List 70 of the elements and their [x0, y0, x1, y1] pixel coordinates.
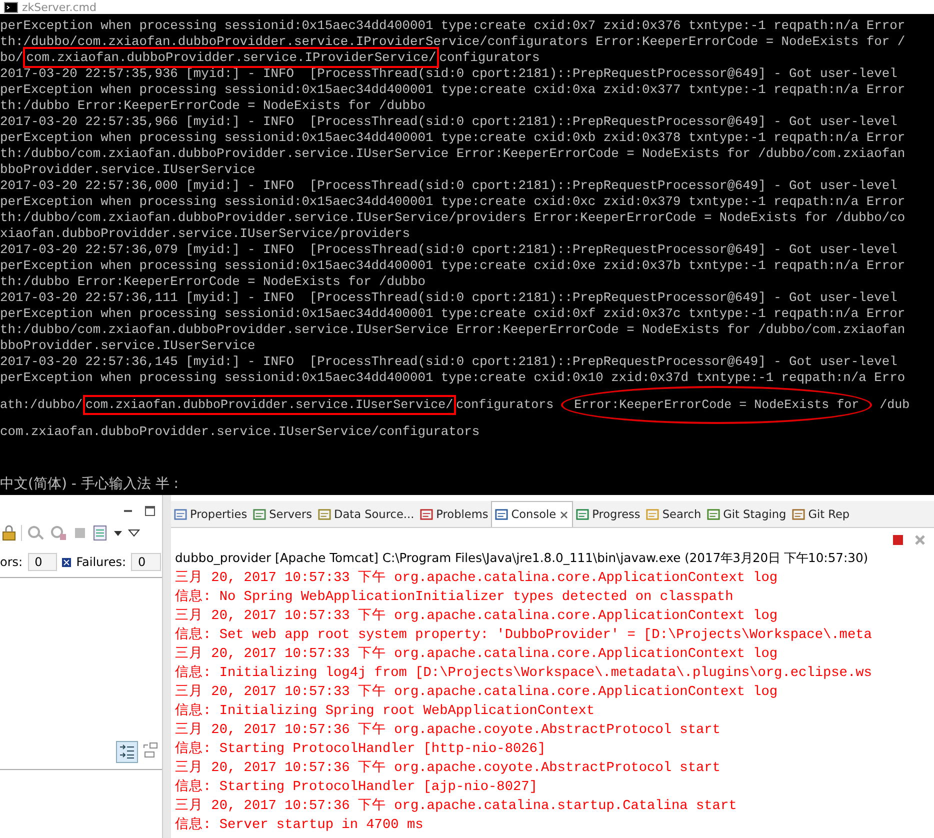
log-line: xiaofan.dubboProvidder.service.IUserService/providers [0, 226, 411, 242]
view-tab[interactable]: Git Rep [789, 501, 853, 527]
log-line: th:/dubbo/com.zxiaofan.dubboProvidder.service.IUserService Error:KeeperErrorCode = NodeExists for /dubbo/com.zxiaofan [0, 322, 906, 338]
console-line: 信息: No Spring WebApplicationInitializer types detected on classpath [175, 588, 734, 607]
log-line: th:/dubbo/com.zxiaofan.dubboProvidder.service.IUserService Error:KeeperErrorCode = NodeExists for /dubbo/com.zxiaofan [0, 146, 906, 162]
console-line: 三月 20, 2017 10:57:33 下午 org.apache.catalina.core.ApplicationContext log [175, 607, 779, 626]
console-line: 三月 20, 2017 10:57:33 下午 org.apache.catalina.core.ApplicationContext log [175, 645, 779, 664]
view-tab[interactable]: Console [491, 501, 574, 527]
window-title: zkServer.cmd [22, 0, 96, 14]
console-line: 信息: Server startup in 4700 ms [175, 816, 424, 835]
input-method-status: 中文(简体) - 手心输入法 半 : [0, 475, 180, 493]
runs-count: 0 [28, 553, 58, 571]
failures-label: Failures: [76, 555, 126, 569]
log-line: perException when processing sessionid:0x15aec34dd400001 type:create cxid:0x10 zxid:0x37d txntype:-1 reqpath:n/a Erro [0, 370, 906, 386]
console-line: 信息: Initializing Spring root WebApplicationContext [175, 702, 596, 721]
log-line: th:/dubbo/com.zxiaofan.dubboProvidder.service.IProviderService/configurators Error:KeeperErrorCode = NodeExists for / [0, 34, 906, 50]
console-line: 三月 20, 2017 10:57:33 下午 org.apache.catalina.core.ApplicationContext log [175, 683, 779, 702]
console-line: 三月 20, 2017 10:57:36 下午 org.apache.coyote.AbstractProtocol start [175, 721, 722, 740]
lock-icon[interactable] [2, 525, 16, 541]
console-line: 三月 20, 2017 10:57:36 下午 org.apache.coyote.AbstractProtocol start [175, 759, 722, 778]
log-line: perException when processing sessionid:0x15aec34dd400001 type:create cxid:0xf zxid:0x37c txntype:-1 reqpath:n/a Error [0, 306, 906, 322]
log-line: 2017-03-20 22:57:35,966 [myid:] - INFO [ProcessThread(sid:0 cport:2181)::PrepRequestProcessor@649] - Got user-level [0, 114, 898, 130]
console-line: 信息: Initializing log4j from [D:\Projects\Workspace\.metadata\.plugins\org.eclipse.ws [175, 664, 873, 683]
terminate-icon[interactable] [892, 534, 904, 546]
maximize-icon[interactable] [144, 505, 156, 517]
log-line: perException when processing sessionid:0x15aec34dd400001 type:create cxid:0x7 zxid:0x376 txntype:-1 reqpath:n/a Error [0, 18, 906, 34]
show-failures-icon[interactable] [116, 741, 138, 763]
boxed-log-text: com.zxiaofan.dubboProvidder.service.IProviderService/ [26, 50, 436, 65]
log-line: th:/dubbo Error:KeeperErrorCode = NodeExists for /dubbo [0, 274, 426, 290]
log-line: bboProvidder.service.IUserService [0, 162, 256, 178]
log-line: 2017-03-20 22:57:36,000 [myid:] - INFO [ProcessThread(sid:0 cport:2181)::PrepRequestProcessor@649] - Got user-level [0, 178, 898, 194]
console-line: 信息: Starting ProtocolHandler [ajp-nio-8027] [175, 778, 538, 797]
view-tab[interactable]: Problems [417, 501, 492, 527]
view-tab[interactable]: Search [643, 501, 704, 527]
log-line: bboProvidder.service.IUserService [0, 338, 256, 354]
failures-count: 0 [131, 553, 161, 571]
log-line: 2017-03-20 22:57:36,145 [myid:] - INFO [ProcessThread(sid:0 cport:2181)::PrepRequestProcessor@649] - Got user-level [0, 354, 898, 370]
log-text: /dub [878, 398, 910, 412]
console-header: dubbo_provider [Apache Tomcat] C:\Program Files\Java\jre1.8.0_111\bin\javaw.exe (2017年3月20日 下午10:57:30) [174, 550, 870, 567]
log-text: bo/ [0, 50, 24, 65]
console-line: 三月 20, 2017 10:57:36 下午 org.apache.catalina.startup.Catalina start [175, 797, 738, 816]
log-text: configurators [439, 50, 540, 65]
console-line: 信息: Set web app root system property: 'DubboProvider' = [D:\Projects\Workspace\.meta [175, 626, 873, 645]
log-line: perException when processing sessionid:0x15aec34dd400001 type:create cxid:0xc zxid:0x379 txntype:-1 reqpath:n/a Error [0, 194, 906, 210]
console-line: 三月 20, 2017 10:57:33 下午 org.apache.catalina.core.ApplicationContext log [175, 569, 779, 588]
log-line: perException when processing sessionid:0x15aec34dd400001 type:create cxid:0xb zxid:0x378 txntype:-1 reqpath:n/a Error [0, 130, 906, 146]
view-tab[interactable]: Properties [171, 501, 250, 527]
log-line: perException when processing sessionid:0x15aec34dd400001 type:create cxid:0xe zxid:0x37b txntype:-1 reqpath:n/a Error [0, 258, 906, 274]
close-icon[interactable] [559, 510, 570, 520]
failure-icon [62, 558, 72, 566]
log-line: perException when processing sessionid:0x15aec34dd400001 type:create cxid:0xa zxid:0x377 txntype:-1 reqpath:n/a Error [0, 82, 906, 98]
log-line: 2017-03-20 22:57:35,936 [myid:] - INFO [ProcessThread(sid:0 cport:2181)::PrepRequestProcessor@649] - Got user-level [0, 66, 898, 82]
log-line: th:/dubbo/com.zxiaofan.dubboProvidder.service.IUserService/providers Error:KeeperErrorCode = NodeExists for /dubbo/co [0, 210, 906, 226]
view-tab[interactable]: Data Source... [315, 501, 418, 527]
log-text: Error:KeeperErrorCode = NodeExists for [574, 398, 860, 412]
log-line: 2017-03-20 22:57:36,079 [myid:] - INFO [ProcessThread(sid:0 cport:2181)::PrepRequestProcessor@649] - Got user-level [0, 242, 898, 258]
console-line: 信息: Starting ProtocolHandler [http-nio-8026] [175, 740, 547, 759]
log-text: configurators [456, 398, 555, 412]
boxed-log-text: com.zxiaofan.dubboProvidder.service.IUserService/ [86, 398, 454, 412]
layout-icon[interactable] [142, 741, 158, 759]
view-tab[interactable]: Git Staging [704, 501, 790, 527]
dropdown-icon[interactable] [113, 528, 123, 538]
runs-label: ors: [0, 555, 23, 569]
view-tab[interactable]: Servers [250, 501, 316, 527]
log-line: 2017-03-20 22:57:36,111 [myid:] - INFO [ProcessThread(sid:0 cport:2181)::PrepRequestProcessor@649] - Got user-level [0, 290, 898, 306]
log-line: com.zxiaofan.dubboProvidder.service.IUserService/configurators [0, 424, 481, 440]
log-text: ath:/dubbo/ [0, 398, 83, 412]
log-line: th:/dubbo Error:KeeperErrorCode = NodeExists for /dubbo [0, 98, 426, 114]
view-tab[interactable]: Progress [573, 501, 644, 527]
view-menu-icon[interactable] [128, 528, 140, 538]
